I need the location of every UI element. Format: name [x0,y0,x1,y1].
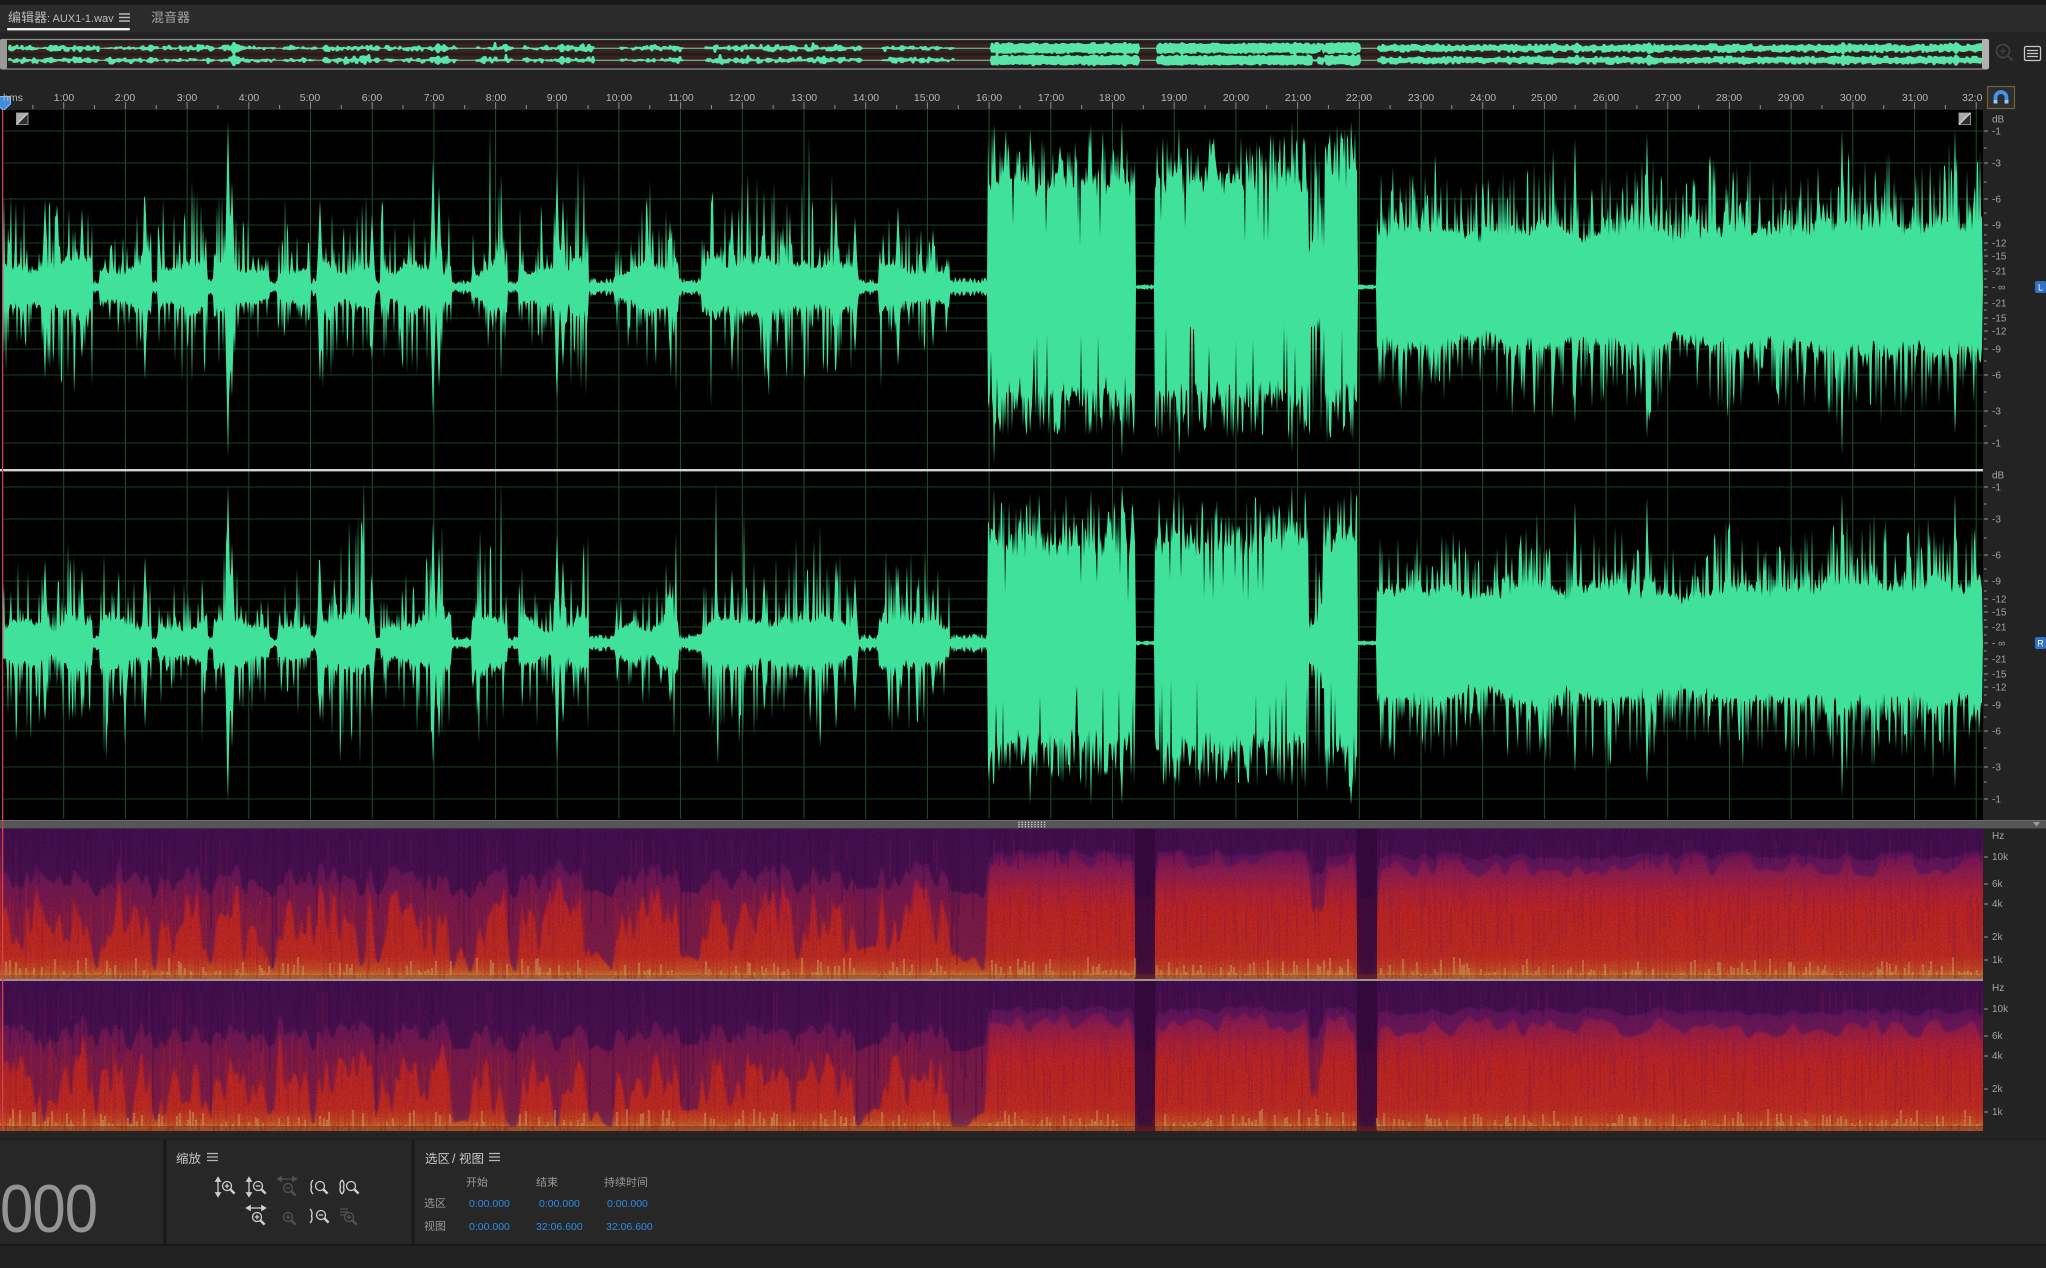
svg-text:/: / [452,1152,456,1166]
svg-text:-1: -1 [1992,795,2001,806]
svg-text:19:00: 19:00 [1161,92,1187,104]
svg-text:hms: hms [3,92,23,104]
svg-text:-12: -12 [1992,327,2007,338]
svg-text:25:00: 25:00 [1531,92,1557,104]
svg-text:-9: -9 [1992,701,2001,712]
svg-text:-6: -6 [1992,727,2001,738]
svg-text:-9: -9 [1992,577,2001,588]
svg-text:20:00: 20:00 [1223,92,1249,104]
svg-text:-15: -15 [1992,252,2007,263]
svg-text:31:00: 31:00 [1902,92,1928,104]
svg-text:-6: -6 [1992,371,2001,382]
svg-text:-15: -15 [1992,314,2007,325]
svg-text:26:00: 26:00 [1593,92,1619,104]
svg-text:3:00: 3:00 [177,92,198,104]
svg-text:16:00: 16:00 [976,92,1002,104]
svg-text:2k: 2k [1992,932,2004,943]
svg-text:1k: 1k [1992,1107,2004,1118]
svg-text:4k: 4k [1992,899,2004,910]
svg-text:32:06.600: 32:06.600 [536,1221,583,1233]
svg-text:4:00: 4:00 [239,92,260,104]
svg-text:10k: 10k [1992,1004,2009,1015]
svg-text:dB: dB [1992,115,2005,126]
svg-text:-3: -3 [1992,515,2001,526]
svg-text:000: 000 [0,1170,97,1246]
svg-text:-21: -21 [1992,655,2007,666]
svg-text:-15: -15 [1992,608,2007,619]
svg-text:-3: -3 [1992,407,2001,418]
svg-text:14:00: 14:00 [853,92,879,104]
svg-text:-21: -21 [1992,267,2007,278]
svg-text:13:00: 13:00 [791,92,817,104]
svg-text:30:00: 30:00 [1840,92,1866,104]
svg-text:R: R [2037,639,2044,649]
svg-text:2:00: 2:00 [115,92,136,104]
svg-text:9:00: 9:00 [547,92,568,104]
svg-text:-1: -1 [1992,439,2001,450]
svg-text:7:00: 7:00 [424,92,445,104]
svg-text:0:00.000: 0:00.000 [539,1198,580,1210]
svg-text:0:00.000: 0:00.000 [607,1198,648,1210]
svg-text:-6: -6 [1992,195,2001,206]
svg-text:-12: -12 [1992,683,2007,694]
svg-text:- ∞: - ∞ [1992,283,2005,294]
svg-text:- ∞: - ∞ [1992,639,2005,650]
svg-text:17:00: 17:00 [1038,92,1064,104]
svg-text:-9: -9 [1992,345,2001,356]
svg-text:Hz: Hz [1992,831,2004,842]
svg-text:2k: 2k [1992,1084,2004,1095]
svg-text:-1: -1 [1992,483,2001,494]
svg-text:dB: dB [1992,471,2005,482]
svg-text:24:00: 24:00 [1470,92,1496,104]
svg-text:Hz: Hz [1992,983,2004,994]
svg-text:-3: -3 [1992,763,2001,774]
svg-text:1k: 1k [1992,955,2004,966]
svg-text:6k: 6k [1992,879,2004,890]
svg-text:32:0: 32:0 [1962,92,1983,104]
svg-text:10k: 10k [1992,852,2009,863]
svg-text:-6: -6 [1992,551,2001,562]
svg-text:11:00: 11:00 [668,92,694,104]
svg-text:10:00: 10:00 [606,92,632,104]
svg-text:: AUX1-1.wav: : AUX1-1.wav [47,13,114,25]
svg-text:4k: 4k [1992,1051,2004,1062]
svg-text:12:00: 12:00 [729,92,755,104]
svg-text:21:00: 21:00 [1285,92,1311,104]
svg-text:-1: -1 [1992,127,2001,138]
svg-text:15:00: 15:00 [914,92,940,104]
svg-text:6k: 6k [1992,1031,2004,1042]
svg-text:L: L [2038,283,2043,293]
svg-text:-21: -21 [1992,623,2007,634]
svg-text:0:00.000: 0:00.000 [469,1198,510,1210]
svg-text:-12: -12 [1992,239,2007,250]
svg-text:29:00: 29:00 [1778,92,1804,104]
svg-text:-21: -21 [1992,299,2007,310]
svg-text:1:00: 1:00 [54,92,75,104]
svg-text:27:00: 27:00 [1655,92,1681,104]
svg-text:22:00: 22:00 [1346,92,1372,104]
svg-text:6:00: 6:00 [362,92,383,104]
svg-text:23:00: 23:00 [1408,92,1434,104]
svg-text:-12: -12 [1992,595,2007,606]
svg-text:28:00: 28:00 [1716,92,1742,104]
svg-text:5:00: 5:00 [300,92,321,104]
svg-text:18:00: 18:00 [1099,92,1125,104]
svg-text:0:00.000: 0:00.000 [469,1221,510,1233]
svg-text:-15: -15 [1992,670,2007,681]
svg-text:-9: -9 [1992,221,2001,232]
svg-text:8:00: 8:00 [486,92,507,104]
svg-text:-3: -3 [1992,159,2001,170]
svg-text:32:06.600: 32:06.600 [606,1221,653,1233]
